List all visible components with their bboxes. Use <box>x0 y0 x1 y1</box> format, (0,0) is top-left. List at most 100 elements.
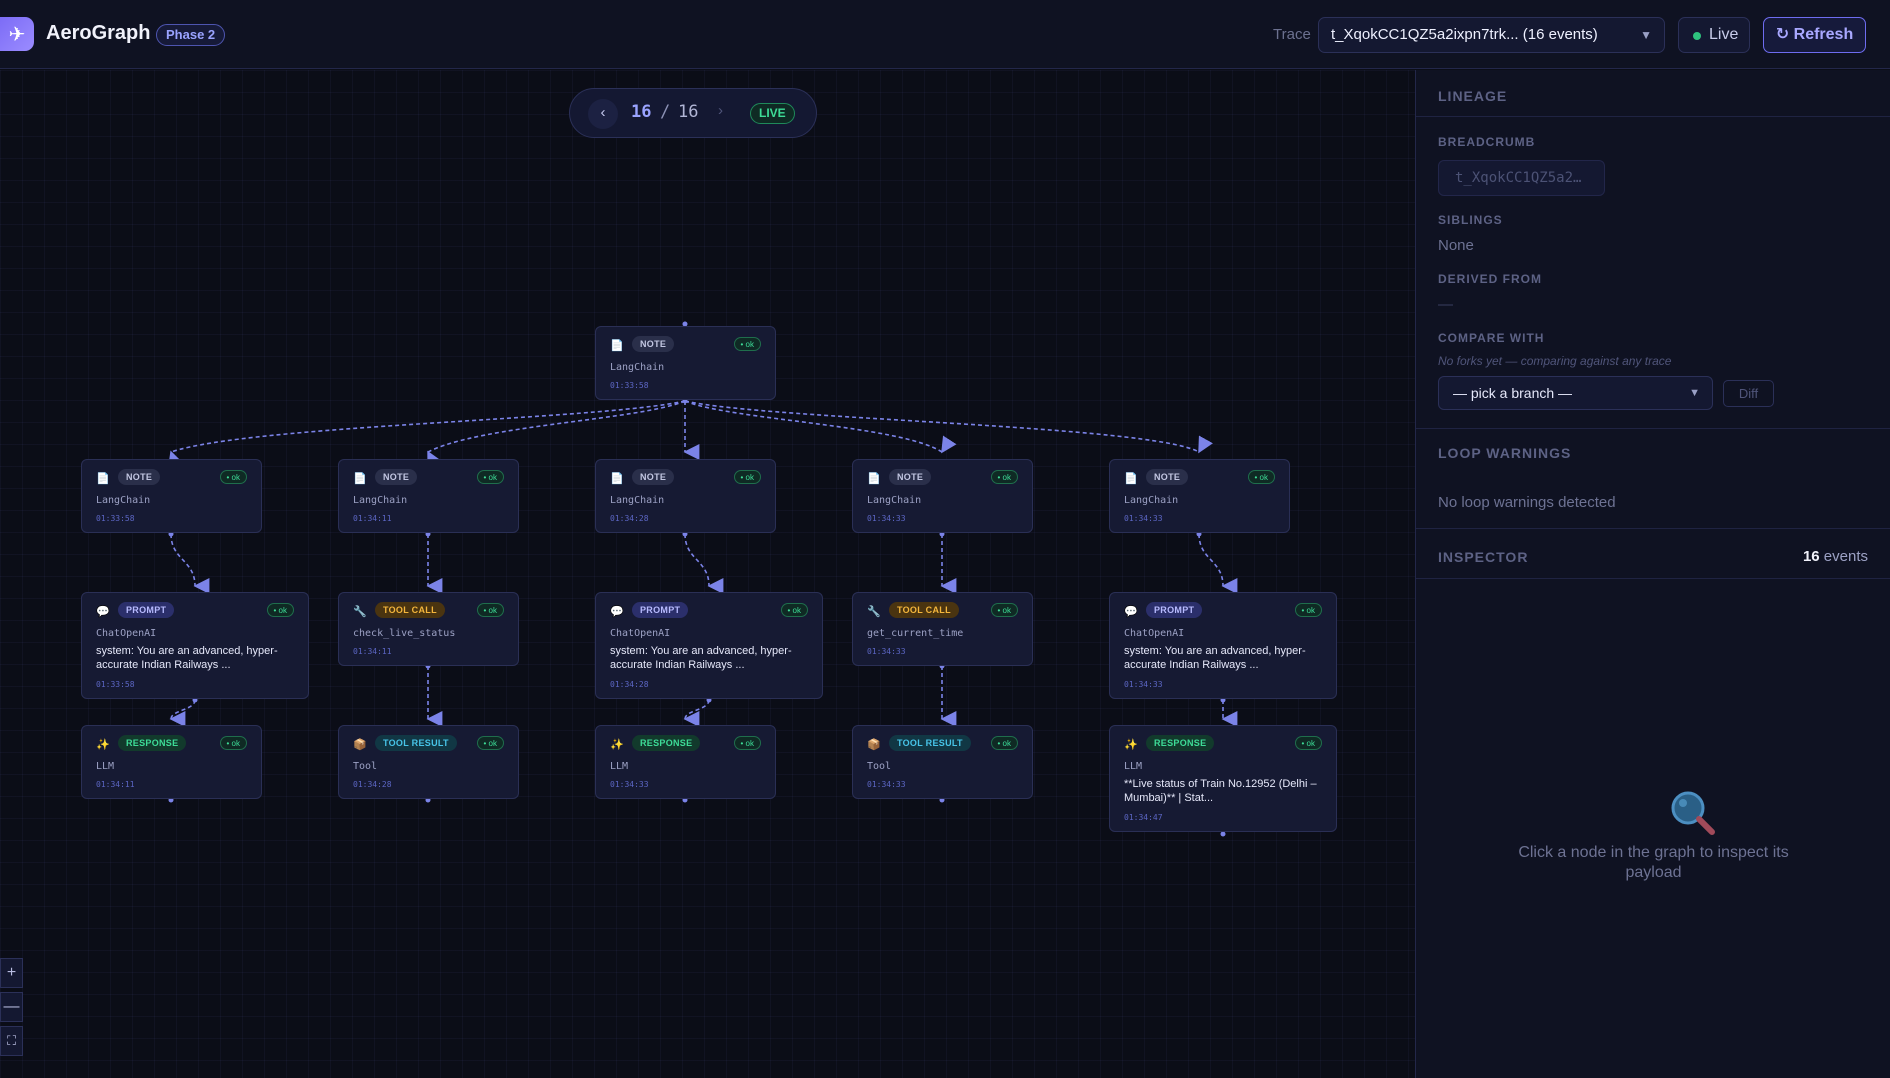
node-timestamp: 01:33:58 <box>610 381 649 390</box>
live-toggle[interactable]: Live <box>1678 17 1750 53</box>
node-type-badge: NOTE <box>118 469 161 485</box>
node-timestamp: 01:34:33 <box>867 514 906 523</box>
breadcrumb-chip[interactable]: t_XqokCC1QZ5a2… <box>1438 160 1605 196</box>
graph-node[interactable]: 📄 NOTE • ok LangChain 01:33:58 <box>595 326 776 400</box>
refresh-button[interactable]: ↻ Refresh <box>1763 17 1866 53</box>
node-source: ChatOpenAI <box>1124 628 1185 639</box>
graph-node[interactable]: ✨ RESPONSE • ok LLM 01:34:33 <box>595 725 776 799</box>
edge <box>168 400 686 469</box>
node-status-badge: • ok <box>780 603 808 617</box>
node-type-badge: NOTE <box>375 469 418 485</box>
node-source: LLM <box>96 761 115 772</box>
graph-edges <box>168 321 1238 837</box>
events-count-label: events <box>1823 548 1868 565</box>
trace-select[interactable]: t_XqokCC1QZ5a2ixpn7trk... (16 events) ▼ <box>1318 17 1665 53</box>
graph-node[interactable]: 🔧 TOOL CALL • ok get_current_time 01:34:… <box>852 592 1033 666</box>
events-count: 16 events <box>1803 548 1868 565</box>
node-type-badge: NOTE <box>889 469 932 485</box>
node-source: Tool <box>353 761 378 772</box>
node-type-badge: TOOL RESULT <box>889 735 971 751</box>
node-source: LangChain <box>610 495 665 506</box>
speech-bubble-icon: 💬 <box>610 606 624 618</box>
graph-node[interactable]: 💬 PROMPT • ok ChatOpenAI system: You are… <box>595 592 823 699</box>
node-status-badge: • ok <box>733 470 761 484</box>
speech-bubble-icon: 💬 <box>1124 606 1138 618</box>
node-status-badge: • ok <box>476 470 504 484</box>
edge <box>684 400 1213 454</box>
node-source: check_live_status <box>353 628 456 639</box>
graph-node[interactable]: 💬 PROMPT • ok ChatOpenAI system: You are… <box>1109 592 1337 699</box>
phase-badge: Phase 2 <box>156 24 226 46</box>
node-timestamp: 01:34:28 <box>610 514 649 523</box>
graph-node[interactable]: 📄 NOTE • ok LangChain 01:34:11 <box>338 459 519 533</box>
note-icon: 📄 <box>867 473 881 485</box>
graph-node[interactable]: 💬 PROMPT • ok ChatOpenAI system: You are… <box>81 592 309 699</box>
zoom-out-button[interactable]: — <box>0 992 23 1022</box>
wrench-icon: 🔧 <box>867 606 881 618</box>
next-event-button[interactable]: › <box>718 102 723 119</box>
node-type-badge: TOOL CALL <box>889 602 959 618</box>
edge <box>427 400 686 469</box>
lineage-title: LINEAGE <box>1438 88 1508 104</box>
live-badge[interactable]: LIVE <box>750 103 795 124</box>
graph-node[interactable]: ✨ RESPONSE • ok LLM 01:34:11 <box>81 725 262 799</box>
compare-with-title: COMPARE WITH <box>1438 331 1545 345</box>
fit-view-button[interactable]: ⛶ <box>0 1026 23 1056</box>
node-message: system: You are an advanced, hyper-accur… <box>96 645 278 671</box>
previous-event-button[interactable]: ‹ <box>588 99 618 129</box>
divider <box>1416 578 1890 579</box>
note-icon: 📄 <box>610 340 624 352</box>
node-type-badge: TOOL CALL <box>375 602 445 618</box>
port <box>1220 831 1226 837</box>
note-icon: 📄 <box>610 473 624 485</box>
node-type-badge: RESPONSE <box>632 735 701 751</box>
diff-button[interactable]: Diff <box>1723 380 1774 407</box>
node-timestamp: 01:34:28 <box>353 780 392 789</box>
graph-node[interactable]: 📄 NOTE • ok LangChain 01:34:33 <box>1109 459 1290 533</box>
graph-node[interactable]: 📦 TOOL RESULT • ok Tool 01:34:33 <box>852 725 1033 799</box>
magnifier-icon <box>1671 791 1715 835</box>
edge <box>169 699 196 728</box>
graph-node[interactable]: 📄 NOTE • ok LangChain 01:33:58 <box>81 459 262 533</box>
node-message: system: You are an advanced, hyper-accur… <box>610 645 792 671</box>
trace-select-value: t_XqokCC1QZ5a2ixpn7trk... (16 events) <box>1331 26 1598 43</box>
graph-canvas[interactable]: ‹ 16 / 16 › LIVE 📄 NOTE • ok LangChain 0… <box>0 70 1415 1078</box>
node-status-badge: • ok <box>219 736 247 750</box>
graph-node[interactable]: 📄 NOTE • ok LangChain 01:34:33 <box>852 459 1033 533</box>
node-source: ChatOpenAI <box>96 628 157 639</box>
graph-node[interactable]: ✨ RESPONSE • ok LLM **Live status of Tra… <box>1109 725 1337 832</box>
node-timestamp: 01:34:11 <box>353 514 392 523</box>
node-timestamp: 01:34:33 <box>1124 680 1163 689</box>
app-title: AeroGraph <box>46 22 151 44</box>
edge <box>684 533 724 594</box>
node-status-badge: • ok <box>1294 603 1322 617</box>
graph-node[interactable]: 📦 TOOL RESULT • ok Tool 01:34:28 <box>338 725 519 799</box>
node-source: Tool <box>867 761 892 772</box>
sparkle-icon: ✨ <box>610 739 624 751</box>
node-timestamp: 01:34:28 <box>610 680 649 689</box>
inspector-title: INSPECTOR <box>1438 549 1529 565</box>
note-icon: 📄 <box>1124 473 1138 485</box>
node-type-badge: NOTE <box>632 336 675 352</box>
branch-select[interactable]: — pick a branch — ▼ <box>1438 376 1713 410</box>
node-timestamp: 01:34:33 <box>1124 514 1163 523</box>
graph-node[interactable]: 🔧 TOOL CALL • ok check_live_status 01:34… <box>338 592 519 666</box>
stepper-separator: / <box>660 102 671 122</box>
live-label: Live <box>1709 26 1739 43</box>
node-status-badge: • ok <box>266 603 294 617</box>
loop-warnings-value: No loop warnings detected <box>1438 494 1616 511</box>
node-message: system: You are an advanced, hyper-accur… <box>1124 645 1306 671</box>
inspector-empty-hint: Click a node in the graph to inspect its… <box>1518 844 1789 881</box>
breadcrumb-title: BREADCRUMB <box>1438 135 1536 149</box>
node-timestamp: 01:34:11 <box>96 780 135 789</box>
loop-warnings-title: LOOP WARNINGS <box>1438 445 1572 461</box>
node-timestamp: 01:33:58 <box>96 514 135 523</box>
compare-hint: No forks yet — comparing against any tra… <box>1438 354 1672 368</box>
node-source: LLM <box>1124 761 1143 772</box>
edge <box>683 699 710 728</box>
graph-node[interactable]: 📄 NOTE • ok LangChain 01:34:28 <box>595 459 776 533</box>
node-type-badge: PROMPT <box>632 602 689 618</box>
package-icon: 📦 <box>353 739 367 751</box>
zoom-in-button[interactable]: + <box>0 958 23 988</box>
wrench-icon: 🔧 <box>353 606 367 618</box>
